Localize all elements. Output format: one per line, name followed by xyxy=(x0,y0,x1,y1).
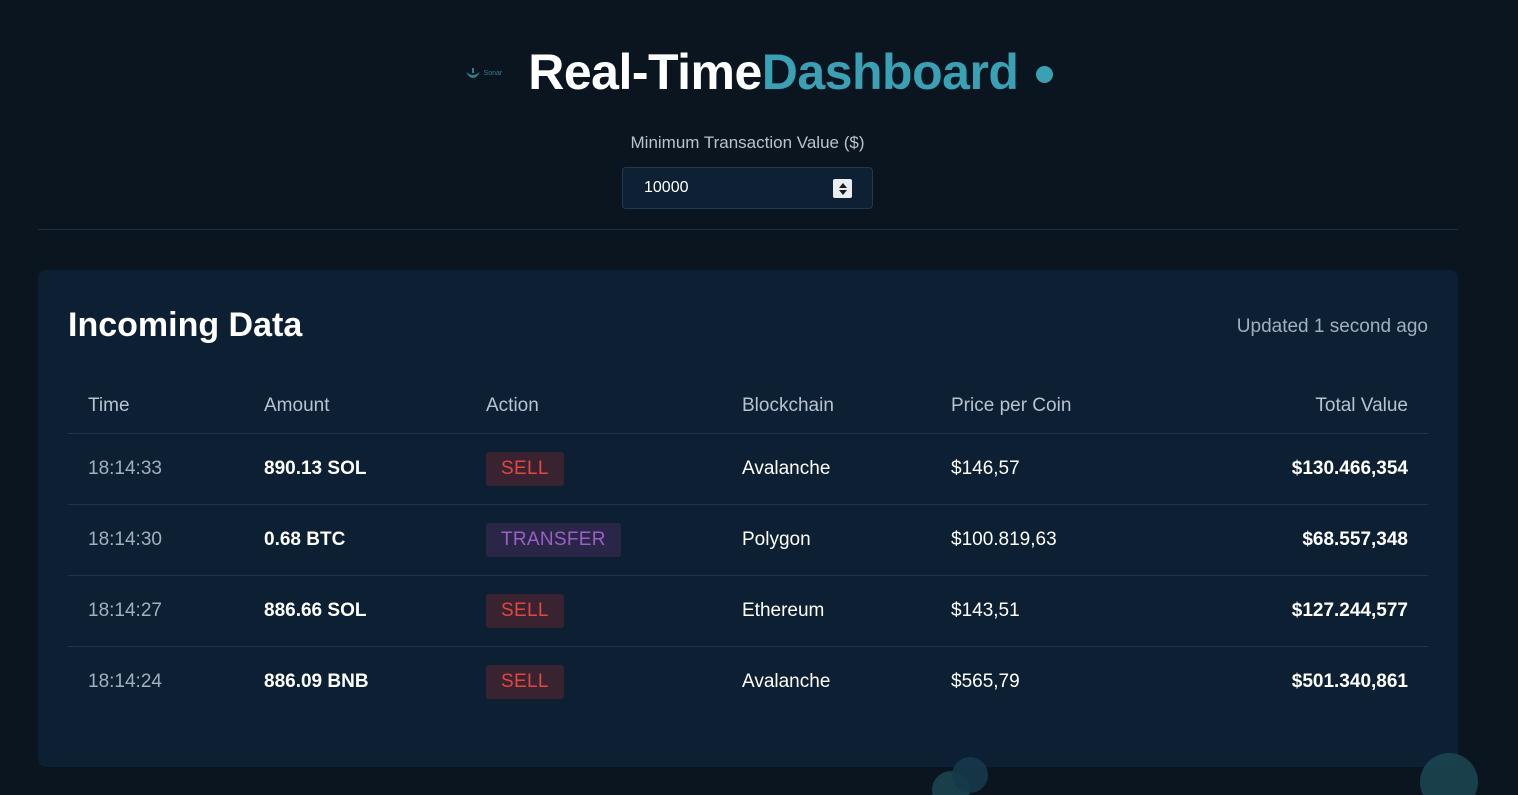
action-badge: SELL xyxy=(486,593,564,628)
title-main: Real-Time xyxy=(528,44,762,100)
table-row: 18:14:27 886.66 SOL SELL Ethereum $143,5… xyxy=(68,575,1428,647)
cell-total: $127.244,577 xyxy=(1231,575,1428,647)
cell-total: $501.340,861 xyxy=(1291,670,1408,692)
column-header-blockchain: Blockchain xyxy=(722,380,931,434)
sonar-logo: Sonar xyxy=(465,67,503,79)
action-badge: SELL xyxy=(486,664,564,699)
header-divider xyxy=(38,229,1458,230)
live-status-dot-icon xyxy=(1036,65,1054,83)
column-header-amount: Amount xyxy=(244,380,466,434)
cell-blockchain: Avalanche xyxy=(722,433,931,505)
cell-amount: 0.68 BTC xyxy=(244,504,466,576)
column-header-total: Total Value xyxy=(1231,380,1428,434)
cell-price: $143,51 xyxy=(931,575,1231,647)
cell-total: $68.557,348 xyxy=(1231,504,1428,576)
cell-action: SELL xyxy=(466,575,722,647)
cell-blockchain: Avalanche xyxy=(742,670,831,692)
cell-total: $130.466,354 xyxy=(1231,433,1428,505)
sonar-logo-icon xyxy=(465,68,480,78)
table-header-row: Time Amount Action Blockchain Price per … xyxy=(68,380,1428,434)
action-badge: TRANSFER xyxy=(486,522,621,557)
column-header-price: Price per Coin xyxy=(931,380,1231,434)
updated-status: Updated 1 second ago xyxy=(1236,316,1428,337)
stepper-down-icon[interactable] xyxy=(838,189,847,195)
logo-text: Sonar xyxy=(483,69,503,77)
transactions-table: Time Amount Action Blockchain Price per … xyxy=(68,380,1428,717)
table-row: 18:14:24 886.09 BNB SELL Avalanche $565,… xyxy=(68,646,1428,717)
cell-amount: 890.13 SOL xyxy=(244,433,466,505)
cell-time: 18:14:33 xyxy=(68,433,244,505)
cell-action: TRANSFER xyxy=(466,504,722,576)
panel-title: Incoming Data xyxy=(68,306,303,344)
page-title: Real-TimeDashboard xyxy=(528,43,1019,101)
cell-action: SELL xyxy=(466,646,722,717)
cell-amount: 886.66 SOL xyxy=(244,575,466,647)
column-header-time: Time xyxy=(68,380,244,434)
cell-amount: 886.09 BNB xyxy=(264,670,369,692)
cell-time: 18:14:27 xyxy=(68,575,244,647)
incoming-data-panel: Incoming Data Updated 1 second ago Time … xyxy=(38,270,1458,767)
cell-action: SELL xyxy=(466,433,722,505)
action-badge: SELL xyxy=(486,451,564,486)
cell-blockchain: Polygon xyxy=(722,504,931,576)
page-header: Sonar Real-TimeDashboard xyxy=(0,40,1518,104)
cell-price: $146,57 xyxy=(931,433,1231,505)
cell-time: 18:14:24 xyxy=(88,670,162,692)
min-value-filter: Minimum Transaction Value ($) xyxy=(622,131,873,209)
table-row: 18:14:30 0.68 BTC TRANSFER Polygon $100.… xyxy=(68,504,1428,576)
cell-time: 18:14:30 xyxy=(68,504,244,576)
column-header-action: Action xyxy=(466,380,722,434)
cell-price: $100.819,63 xyxy=(931,504,1231,576)
cell-price: $565,79 xyxy=(951,670,1020,692)
min-value-label: Minimum Transaction Value ($) xyxy=(630,133,865,152)
cell-blockchain: Ethereum xyxy=(722,575,931,647)
stepper-up-icon[interactable] xyxy=(838,182,847,188)
table-row: 18:14:33 890.13 SOL SELL Avalanche $146,… xyxy=(68,433,1428,505)
decorative-bubble xyxy=(952,757,988,793)
title-accent: Dashboard xyxy=(761,44,1019,100)
number-stepper[interactable] xyxy=(833,179,852,198)
min-value-field[interactable] xyxy=(622,167,873,209)
